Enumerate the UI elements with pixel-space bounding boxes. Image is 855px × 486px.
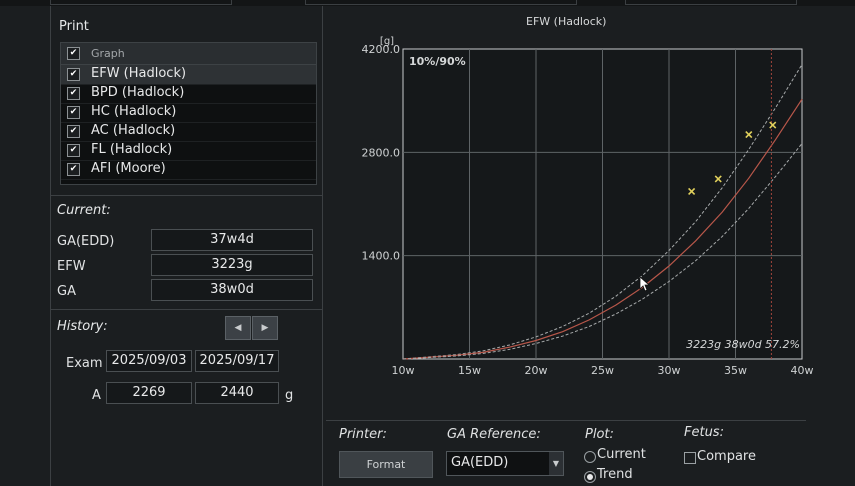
left-panel-divider	[322, 6, 323, 486]
print-item-efw[interactable]: ✔ EFW (Hadlock)	[61, 65, 316, 85]
print-header-label: Graph	[91, 47, 125, 60]
efw-growth-chart[interactable]: 10w 15w 20w 25w 30w 35w 40w1400.02800.04200.0[…	[330, 30, 820, 385]
plot-current-radio[interactable]	[584, 451, 596, 463]
print-list: ✔ Graph ✔ EFW (Hadlock) ✔ BPD (Hadlock) …	[60, 42, 317, 185]
ga-reference-label: GA Reference:	[447, 427, 541, 442]
x-tick-label: 25w	[591, 364, 614, 377]
top-bar	[0, 0, 855, 6]
history-exam-date-1: 2025/09/03	[106, 350, 192, 372]
top-tab-right[interactable]	[625, 0, 797, 5]
y-tick-label: 1400.0	[362, 250, 401, 263]
format-button[interactable]: Format	[339, 451, 433, 478]
y-tick-label: 2800.0	[362, 146, 401, 159]
print-item-label: FL (Hadlock)	[91, 142, 173, 157]
current-label-efw: EFW	[57, 259, 86, 274]
history-exam-date-2: 2025/09/17	[195, 350, 279, 372]
print-item-checkbox[interactable]: ✔	[67, 87, 80, 100]
x-tick-label: 35w	[724, 364, 747, 377]
history-prev-button[interactable]: ◀	[225, 316, 251, 340]
top-tab-center[interactable]	[305, 0, 577, 5]
x-tick-label: 20w	[525, 364, 548, 377]
compare-label[interactable]: Compare	[697, 449, 756, 464]
print-list-header: ✔ Graph	[61, 43, 316, 65]
current-label-ga: GA	[57, 284, 76, 299]
left-panel-edge	[50, 6, 51, 486]
ga-reference-value: GA(EDD)	[451, 455, 509, 470]
print-item-label: AC (Hadlock)	[91, 123, 176, 138]
print-item-ac[interactable]: ✔ AC (Hadlock)	[61, 122, 316, 142]
chevron-right-icon: ▶	[261, 323, 269, 333]
print-item-afi[interactable]: ✔ AFI (Moore)	[61, 160, 316, 180]
result-annotation: 3223g 38w0d 57.2%	[686, 338, 800, 351]
bottom-divider	[326, 420, 806, 421]
history-unit: g	[285, 388, 294, 403]
x-tick-label: 30w	[658, 364, 681, 377]
mouse-cursor-icon	[639, 276, 651, 292]
history-next-button[interactable]: ▶	[252, 316, 278, 340]
history-title: History:	[57, 319, 108, 334]
print-title: Print	[59, 19, 89, 34]
print-item-checkbox[interactable]: ✔	[67, 144, 80, 157]
printer-label: Printer:	[339, 427, 387, 442]
current-value-ga-edd: 37w4d	[151, 229, 313, 251]
x-tick-label: 40w	[791, 364, 814, 377]
current-label-ga-edd: GA(EDD)	[57, 234, 115, 249]
print-item-hc[interactable]: ✔ HC (Hadlock)	[61, 103, 316, 123]
current-value-efw: 3223g	[151, 254, 313, 276]
x-tick-label: 10w	[392, 364, 415, 377]
print-item-label: BPD (Hadlock)	[91, 85, 185, 100]
history-value-1: 2269	[106, 382, 192, 404]
history-exam-label: Exam	[66, 356, 103, 371]
print-item-bpd[interactable]: ✔ BPD (Hadlock)	[61, 84, 316, 104]
chevron-down-icon: ▼	[549, 452, 563, 475]
select-all-checkbox[interactable]: ✔	[67, 47, 80, 60]
ga-reference-select[interactable]: GA(EDD) ▼	[446, 451, 564, 476]
divider-print	[50, 195, 322, 196]
history-a-label: A	[92, 388, 101, 403]
plot-trend-radio[interactable]	[584, 471, 596, 483]
current-value-ga: 38w0d	[151, 279, 313, 301]
divider-current	[50, 309, 322, 310]
print-item-checkbox[interactable]: ✔	[67, 125, 80, 138]
plot-label: Plot:	[585, 427, 614, 442]
print-item-checkbox[interactable]: ✔	[67, 163, 80, 176]
chevron-left-icon: ◀	[234, 323, 242, 333]
print-item-label: AFI (Moore)	[91, 161, 166, 176]
chart-title: EFW (Hadlock)	[526, 15, 607, 28]
fetus-label: Fetus:	[684, 425, 724, 440]
current-title: Current:	[57, 203, 111, 218]
compare-checkbox[interactable]	[684, 452, 696, 464]
top-tab-left[interactable]	[50, 0, 232, 5]
print-item-label: EFW (Hadlock)	[91, 66, 187, 81]
print-item-checkbox[interactable]: ✔	[67, 106, 80, 119]
x-tick-label: 15w	[458, 364, 481, 377]
percentile-label: 10%/90%	[409, 55, 466, 68]
print-item-fl[interactable]: ✔ FL (Hadlock)	[61, 141, 316, 161]
print-item-label: HC (Hadlock)	[91, 104, 177, 119]
y-axis-label: [g]	[380, 36, 394, 47]
print-item-checkbox[interactable]: ✔	[67, 68, 80, 81]
plot-trend-label[interactable]: Trend	[597, 467, 633, 482]
plot-current-label[interactable]: Current	[597, 447, 646, 462]
history-value-2: 2440	[195, 382, 279, 404]
